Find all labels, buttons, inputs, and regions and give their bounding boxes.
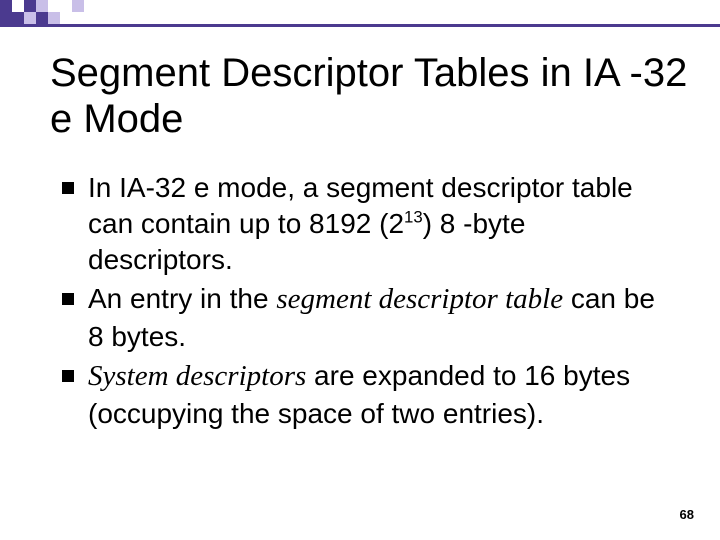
bullet-square-icon bbox=[62, 293, 74, 305]
italic-term: System descriptors bbox=[88, 360, 306, 392]
text-segment: In IA-32 e mode, a segment descriptor ta… bbox=[88, 172, 633, 239]
header-divider bbox=[0, 24, 720, 27]
bullet-square-icon bbox=[62, 370, 74, 382]
bullet-text: An entry in the segment descriptor table… bbox=[88, 281, 672, 354]
corner-decoration bbox=[0, 0, 160, 40]
page-number: 68 bbox=[680, 507, 694, 522]
bullet-square-icon bbox=[62, 182, 74, 194]
list-item: System descriptors are expanded to 16 by… bbox=[62, 358, 672, 431]
list-item: In IA-32 e mode, a segment descriptor ta… bbox=[62, 170, 672, 277]
list-item: An entry in the segment descriptor table… bbox=[62, 281, 672, 354]
superscript: 13 bbox=[404, 208, 423, 227]
bullet-text: System descriptors are expanded to 16 by… bbox=[88, 358, 672, 431]
bullet-list: In IA-32 e mode, a segment descriptor ta… bbox=[62, 170, 672, 435]
text-segment: An entry in the bbox=[88, 283, 276, 314]
slide-title: Segment Descriptor Tables in IA -32 e Mo… bbox=[50, 50, 690, 142]
italic-term: segment descriptor table bbox=[276, 283, 563, 315]
bullet-text: In IA-32 e mode, a segment descriptor ta… bbox=[88, 170, 672, 277]
